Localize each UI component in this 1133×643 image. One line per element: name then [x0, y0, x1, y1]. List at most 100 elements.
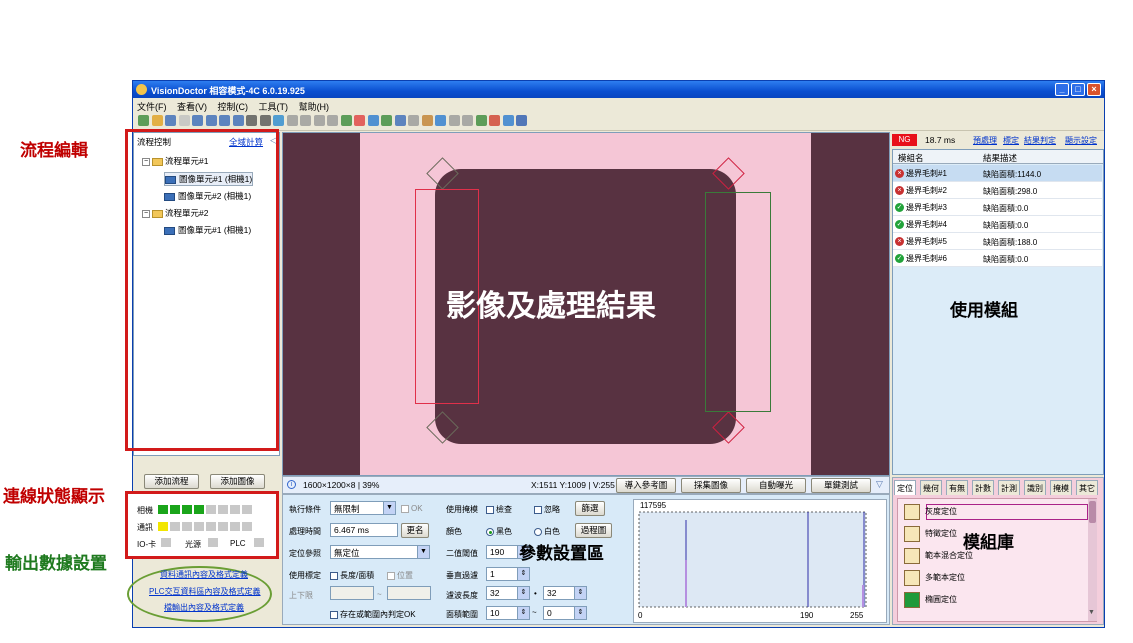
- calibration-link[interactable]: 標定: [1003, 135, 1019, 146]
- result-row[interactable]: × 邊界毛刺#1 缺陷面積:1144.0: [893, 165, 1102, 182]
- gear-icon[interactable]: [502, 115, 514, 126]
- scroll-thumb[interactable]: [1089, 501, 1096, 523]
- chevron-down-icon[interactable]: ▼: [417, 546, 429, 558]
- edge-roi-right[interactable]: [705, 192, 771, 412]
- menu-tools[interactable]: 工具(T): [259, 102, 289, 112]
- zoom-fit-icon[interactable]: [232, 115, 244, 126]
- checkbox-icon[interactable]: [387, 571, 395, 580]
- tool-icon[interactable]: [394, 115, 406, 126]
- frame-icon[interactable]: [327, 115, 338, 126]
- region-icon[interactable]: [340, 115, 352, 126]
- library-item[interactable]: 橢圓定位: [904, 592, 957, 608]
- position-checkbox[interactable]: 位置: [387, 570, 413, 581]
- library-tab[interactable]: 識別: [1024, 480, 1046, 495]
- zoom-out-icon[interactable]: [219, 115, 230, 126]
- length-area-checkbox[interactable]: 長度/面積: [330, 570, 374, 581]
- result-row[interactable]: × 邊界毛刺#5 缺陷面積:188.0: [893, 233, 1102, 250]
- library-tab[interactable]: 掩模: [1050, 480, 1072, 495]
- chart-icon[interactable]: [462, 115, 473, 126]
- library-tab[interactable]: 計測: [998, 480, 1020, 495]
- checkbox-icon[interactable]: [330, 610, 338, 619]
- image-view[interactable]: 影像及處理結果: [282, 132, 890, 476]
- eye-icon[interactable]: [259, 115, 271, 126]
- check-checkbox[interactable]: 檢查: [486, 504, 512, 515]
- close-button[interactable]: ×: [1087, 83, 1101, 96]
- library-item[interactable]: 灰度定位: [904, 504, 957, 520]
- limit-min-field[interactable]: [330, 586, 374, 600]
- stop-icon[interactable]: [313, 115, 325, 126]
- limit-max-field[interactable]: [387, 586, 431, 600]
- crosshair-icon[interactable]: [273, 115, 284, 126]
- info-icon[interactable]: [516, 115, 527, 126]
- minimize-button[interactable]: _: [1055, 83, 1069, 96]
- data-comm-link[interactable]: 資料通訊內容及格式定義: [160, 569, 248, 580]
- spinner-icon[interactable]: ⇕: [574, 587, 586, 599]
- open-icon[interactable]: [151, 115, 163, 126]
- preprocess-link[interactable]: 預處理: [973, 135, 997, 146]
- spinner-icon[interactable]: ⇕: [517, 568, 529, 580]
- settings-icon[interactable]: [475, 115, 487, 126]
- result-row[interactable]: ✓ 邊界毛刺#3 缺陷面積:0.0: [893, 199, 1102, 216]
- menu-help[interactable]: 幫助(H): [299, 102, 330, 112]
- target-icon[interactable]: [381, 115, 392, 126]
- area-min-field[interactable]: 10 ⇕: [486, 606, 530, 620]
- trigger-select[interactable]: 無限制 ▼: [330, 501, 396, 515]
- record-icon[interactable]: [354, 115, 365, 126]
- menu-file[interactable]: 文件(F): [137, 102, 167, 112]
- menu-view[interactable]: 查看(V): [177, 102, 207, 112]
- black-radio[interactable]: 黑色: [486, 526, 512, 537]
- library-tab[interactable]: 幾何: [920, 480, 942, 495]
- image-icon[interactable]: [435, 115, 446, 126]
- import-reference-button[interactable]: 導入參考圖: [616, 478, 676, 493]
- new-icon[interactable]: [138, 115, 149, 126]
- white-radio[interactable]: 白色: [534, 526, 560, 537]
- expand-arrow-icon[interactable]: ▽: [876, 479, 883, 490]
- library-tab[interactable]: 有無: [946, 480, 968, 495]
- library-tab[interactable]: 其它: [1076, 480, 1098, 495]
- save-icon[interactable]: [165, 115, 176, 126]
- refresh-icon[interactable]: [421, 115, 433, 126]
- ref-select[interactable]: 無定位 ▼: [330, 545, 430, 559]
- area-max-field[interactable]: 0 ⇕: [543, 606, 587, 620]
- edit-icon[interactable]: [448, 115, 460, 126]
- process-image-button[interactable]: 過程圖: [575, 523, 612, 538]
- pin-icon[interactable]: [489, 115, 500, 126]
- spinner-icon[interactable]: ⇕: [574, 607, 586, 619]
- menu-control[interactable]: 控制(C): [218, 102, 249, 112]
- zoom-in-icon[interactable]: [205, 115, 217, 126]
- circle-icon[interactable]: [367, 115, 379, 126]
- rename-button[interactable]: 更名: [401, 523, 429, 538]
- ignore-checkbox[interactable]: 忽略: [534, 504, 560, 515]
- checkbox-icon[interactable]: [401, 504, 409, 513]
- display-settings-link[interactable]: 顯示設定: [1065, 135, 1097, 146]
- library-item[interactable]: 多範本定位: [904, 570, 965, 586]
- result-row[interactable]: ✓ 邊界毛刺#6 缺陷面積:0.0: [893, 250, 1102, 267]
- capture-image-button[interactable]: 採集圖像: [681, 478, 741, 493]
- file-output-link[interactable]: 檔輸出內容及格式定義: [164, 602, 244, 613]
- grid-icon[interactable]: [178, 115, 190, 126]
- zoom-1-icon[interactable]: [246, 115, 257, 126]
- maximize-button[interactable]: □: [1071, 83, 1085, 96]
- filter-button[interactable]: 篩選: [575, 501, 605, 516]
- library-tab[interactable]: 定位: [894, 480, 916, 495]
- wave-length-a-field[interactable]: 32 ⇕: [486, 586, 530, 600]
- result-judge-link[interactable]: 結果判定: [1024, 135, 1056, 146]
- spinner-icon[interactable]: ⇕: [517, 607, 529, 619]
- chevron-down-icon[interactable]: ▼: [383, 502, 395, 514]
- add-image-button[interactable]: 添加圖像: [210, 474, 265, 489]
- vfilter-field[interactable]: 1 ⇕: [486, 567, 530, 581]
- result-row[interactable]: ✓ 邊界毛刺#4 缺陷面積:0.0: [893, 216, 1102, 233]
- checkbox-icon[interactable]: [486, 505, 494, 514]
- print-icon[interactable]: [192, 115, 203, 126]
- library-item[interactable]: 特徵定位: [904, 526, 957, 542]
- single-test-button[interactable]: 單鍵測試: [811, 478, 871, 493]
- scroll-down-icon[interactable]: ▼: [1088, 609, 1095, 616]
- ok-checkbox[interactable]: OK: [401, 504, 423, 513]
- checkbox-icon[interactable]: [534, 505, 542, 514]
- radio-icon[interactable]: [486, 527, 494, 536]
- radio-icon[interactable]: [534, 527, 542, 536]
- wave-length-b-field[interactable]: 32 ⇕: [543, 586, 587, 600]
- library-tab[interactable]: 計數: [972, 480, 994, 495]
- pause-icon[interactable]: [300, 115, 311, 126]
- camera-icon[interactable]: [408, 115, 419, 126]
